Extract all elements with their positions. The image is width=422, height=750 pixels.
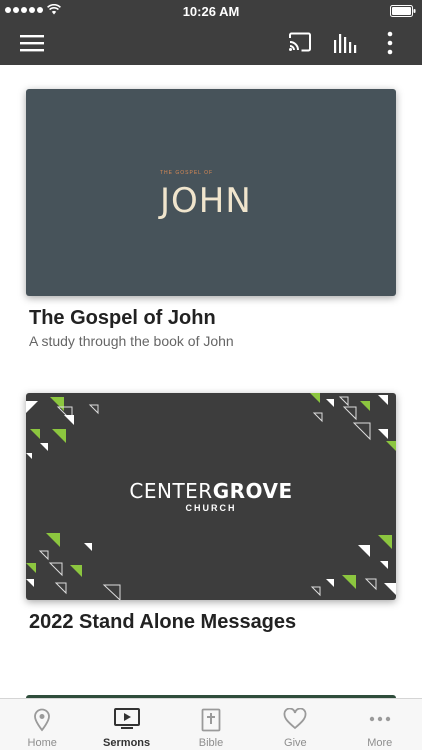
status-bar: 10:26 AM bbox=[0, 0, 422, 22]
artwork-title-text: JOHN bbox=[160, 181, 252, 221]
hamburger-menu-icon[interactable] bbox=[20, 33, 44, 53]
series-subtitle: A study through the book of John bbox=[29, 333, 234, 349]
bottom-tab-bar: Home Sermons Bible Give More bbox=[0, 698, 422, 750]
series-artwork[interactable]: THE GOSPEL OF JOHN bbox=[26, 89, 396, 296]
tab-label: Bible bbox=[198, 737, 224, 749]
series-title[interactable]: The Gospel of John bbox=[29, 307, 396, 330]
tab-label: Give bbox=[284, 737, 307, 749]
more-dots-icon bbox=[369, 716, 390, 722]
artwork-small-text: THE GOSPEL OF bbox=[160, 170, 214, 176]
tab-sermons[interactable]: Sermons bbox=[84, 699, 168, 750]
logo-light-text: CENTER bbox=[129, 479, 213, 503]
audio-levels-icon[interactable] bbox=[333, 32, 357, 54]
tab-give[interactable]: Give bbox=[253, 699, 337, 750]
series-artwork[interactable]: CENTERGROVE CHURCH bbox=[26, 393, 396, 600]
tab-label: Home bbox=[27, 737, 57, 749]
tab-label: Sermons bbox=[103, 737, 151, 749]
series-title[interactable]: 2022 Stand Alone Messages bbox=[29, 611, 396, 634]
overflow-menu-icon[interactable] bbox=[380, 30, 400, 56]
church-logo-wordmark: CENTERGROVE bbox=[26, 479, 396, 503]
app-bar bbox=[0, 22, 422, 65]
tab-label: More bbox=[367, 737, 393, 749]
heart-icon bbox=[283, 708, 307, 730]
cast-icon[interactable] bbox=[288, 32, 312, 52]
tab-more[interactable]: More bbox=[338, 699, 422, 750]
logo-subtext: CHURCH bbox=[185, 503, 237, 513]
sermon-series-card[interactable]: CENTERGROVE CHURCH 2022 Stand Alone Mess… bbox=[26, 393, 396, 634]
bible-icon bbox=[201, 708, 221, 732]
battery-icon bbox=[390, 5, 416, 17]
location-pin-icon bbox=[34, 708, 51, 732]
logo-bold-text: GROVE bbox=[212, 479, 293, 503]
tab-bible[interactable]: Bible bbox=[169, 699, 253, 750]
tab-home[interactable]: Home bbox=[0, 699, 84, 750]
play-screen-icon bbox=[113, 708, 140, 729]
sermon-series-card[interactable]: THE GOSPEL OF JOHN The Gospel of John A … bbox=[26, 89, 396, 349]
status-time: 10:26 AM bbox=[182, 4, 240, 19]
